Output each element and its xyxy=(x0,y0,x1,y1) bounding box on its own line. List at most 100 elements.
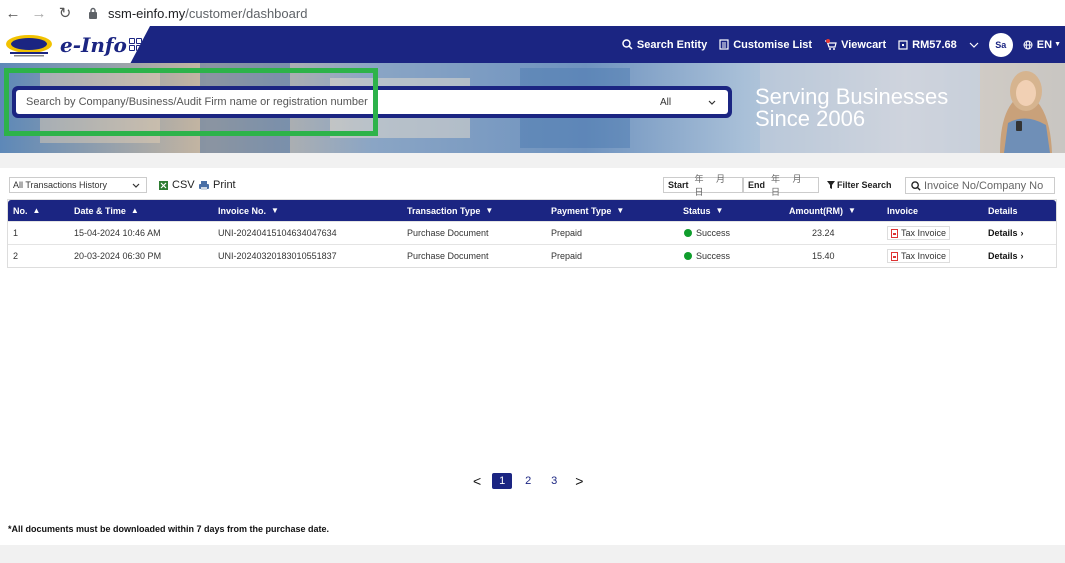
status-text: Success xyxy=(696,251,731,261)
back-icon[interactable]: ← xyxy=(0,0,26,26)
header-nav: Search Entity Customise List Viewcart RM… xyxy=(622,26,1065,63)
reload-icon[interactable]: ↻ xyxy=(52,0,78,26)
sort-up-icon: ▲ xyxy=(130,206,139,215)
pagination: < 1 2 3 > xyxy=(465,473,591,489)
scope-value: All xyxy=(660,96,672,108)
filter-search-label: Filter Search xyxy=(837,180,892,190)
browser-toolbar: ← → ↻ ssm-einfo.my/customer/dashboard xyxy=(0,0,1065,26)
transactions-table: No. ▲ Date & Time ▲ Invoice No. ▼ Transacti… xyxy=(7,199,1057,268)
printer-icon xyxy=(199,180,209,190)
tax-invoice-button[interactable]: Tax Invoice xyxy=(887,249,951,263)
search-highlight-box xyxy=(4,68,378,136)
forward-icon[interactable]: → xyxy=(26,0,52,26)
cell-invoice-no: UNI-20240415104634047634 xyxy=(218,228,337,238)
transactions-toolbar: All Transactions History CSV Print Start… xyxy=(9,174,1055,197)
col-datetime[interactable]: Date & Time ▲ xyxy=(74,200,139,221)
invoice-search-input[interactable] xyxy=(924,179,1050,192)
csv-button[interactable]: CSV xyxy=(158,177,195,193)
col-label: Status xyxy=(683,205,711,216)
page-2-button[interactable]: 2 xyxy=(518,473,538,489)
start-date-input[interactable]: Start 年 月 日 xyxy=(663,174,743,197)
address-bar[interactable]: ssm-einfo.my/customer/dashboard xyxy=(84,4,307,22)
nav-viewcart[interactable]: Viewcart xyxy=(824,38,887,51)
status-dot-icon xyxy=(684,229,692,237)
nav-label: RM57.68 xyxy=(912,38,957,51)
cell-payment-type: Prepaid xyxy=(551,228,583,238)
col-status[interactable]: Status ▼ xyxy=(683,200,723,221)
nav-label: Viewcart xyxy=(841,38,887,51)
details-link[interactable]: Details › xyxy=(988,245,1024,267)
sort-down-icon: ▼ xyxy=(271,206,279,215)
col-label: Invoice xyxy=(887,205,919,216)
site-header: e-Info Search Entity Customise List View… xyxy=(0,26,1065,63)
col-no[interactable]: No. ▲ xyxy=(13,200,40,221)
filter-icon xyxy=(827,181,835,189)
table-header: No. ▲ Date & Time ▲ Invoice No. ▼ Transacti… xyxy=(8,200,1056,221)
chevron-down-icon xyxy=(969,42,979,48)
cell-no: 1 xyxy=(13,228,19,238)
wallet-icon xyxy=(898,40,908,50)
caret-down-icon: ▼ xyxy=(1054,41,1061,48)
table-row: 2 20-03-2024 06:30 PM UNI-20240320183010… xyxy=(8,244,1056,267)
col-invoice-no[interactable]: Invoice No. ▼ xyxy=(218,200,279,221)
next-page-button[interactable]: > xyxy=(575,473,583,489)
search-scope-select[interactable]: All xyxy=(658,90,728,114)
col-payment-type[interactable]: Payment Type ▼ xyxy=(551,200,624,221)
language-selector[interactable]: EN ▼ xyxy=(1023,39,1061,51)
tax-invoice-button[interactable]: Tax Invoice xyxy=(887,226,951,240)
end-date-input[interactable]: End 年 月 日 xyxy=(743,174,819,197)
sort-down-icon: ▼ xyxy=(847,206,856,215)
col-invoice: Invoice xyxy=(887,200,918,221)
globe-icon xyxy=(1023,40,1033,49)
chevron-right-icon: › xyxy=(1020,251,1024,261)
chevron-right-icon: › xyxy=(1020,228,1024,238)
history-filter-select[interactable]: All Transactions History xyxy=(9,177,147,193)
nav-search-entity[interactable]: Search Entity xyxy=(622,39,707,51)
transactions-panel: All Transactions History CSV Print Start… xyxy=(0,168,1065,545)
download-notice: *All documents must be downloaded within… xyxy=(8,524,330,534)
ssm-logo-icon xyxy=(6,34,52,56)
page-3-button[interactable]: 3 xyxy=(544,473,564,489)
sort-up-icon: ▲ xyxy=(32,206,41,215)
col-transaction-type[interactable]: Transaction Type ▼ xyxy=(407,200,493,221)
start-date-placeholder: 年 月 日 xyxy=(694,174,731,197)
avatar[interactable]: Sa xyxy=(988,32,1013,57)
account-dropdown[interactable] xyxy=(969,42,983,48)
nav-wallet-balance[interactable]: RM57.68 xyxy=(898,39,957,51)
history-filter-value: All Transactions History xyxy=(13,180,108,190)
sort-down-icon: ▼ xyxy=(715,206,724,215)
cell-status: Success xyxy=(684,222,730,244)
nav-customise-list[interactable]: Customise List xyxy=(719,39,812,51)
cell-datetime: 15-04-2024 10:46 AM xyxy=(74,228,161,238)
lock-icon xyxy=(84,4,102,22)
url-host: ssm-einfo.my xyxy=(108,5,186,21)
col-label: Details xyxy=(988,205,1018,216)
col-label: Transaction Type xyxy=(407,205,481,216)
grid-icon xyxy=(128,38,142,51)
cell-no: 2 xyxy=(13,251,19,261)
pdf-icon xyxy=(891,228,898,238)
pdf-icon xyxy=(891,251,898,261)
search-icon xyxy=(911,180,921,191)
end-label: End xyxy=(748,180,765,190)
details-link[interactable]: Details › xyxy=(988,222,1024,244)
logo-area[interactable]: e-Info xyxy=(0,26,150,63)
prev-page-button[interactable]: < xyxy=(473,473,481,489)
status-dot-icon xyxy=(684,252,692,260)
chevron-down-icon xyxy=(708,100,716,105)
filter-search-button[interactable]: Filter Search xyxy=(827,177,892,193)
details-label: Details xyxy=(988,228,1018,238)
col-label: Date & Time xyxy=(74,205,126,216)
cell-invoice-no: UNI-20240320183010551837 xyxy=(218,251,337,261)
print-button[interactable]: Print xyxy=(198,177,236,193)
print-label: Print xyxy=(213,179,236,191)
col-label: Invoice No. xyxy=(218,205,267,216)
col-amount[interactable]: Amount(RM) ▼ xyxy=(789,200,856,221)
cell-status: Success xyxy=(684,245,730,267)
cart-icon xyxy=(825,38,837,50)
status-text: Success xyxy=(696,228,731,238)
brand-text: e-Info xyxy=(60,32,127,57)
nav-label: Customise List xyxy=(733,38,813,51)
col-label: No. xyxy=(13,205,28,216)
page-1-button[interactable]: 1 xyxy=(492,473,513,489)
